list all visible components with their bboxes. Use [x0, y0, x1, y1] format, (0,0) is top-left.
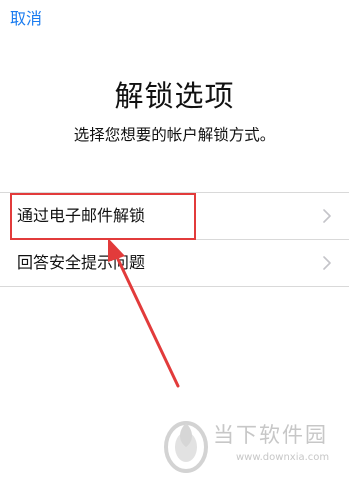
option-email-unlock[interactable]: 通过电子邮件解锁: [0, 193, 349, 239]
chevron-right-icon: [323, 256, 331, 270]
cancel-button[interactable]: 取消: [10, 8, 42, 30]
option-security-questions-label: 回答安全提示问题: [17, 253, 146, 272]
watermark-name: 当下软件园: [213, 423, 328, 447]
unlock-options-screen: 取消 解锁选项 选择您想要的帐户解锁方式。 通过电子邮件解锁 回答安全提示问题: [0, 0, 349, 488]
page-subtitle: 选择您想要的帐户解锁方式。: [73, 126, 276, 144]
option-email-unlock-label: 通过电子邮件解锁: [17, 206, 146, 225]
watermark-url: www.downxia.com: [236, 452, 330, 463]
unlock-options-list: 通过电子邮件解锁 回答安全提示问题: [0, 192, 349, 287]
list-divider-bottom: [0, 286, 349, 287]
option-security-questions[interactable]: 回答安全提示问题: [0, 240, 349, 286]
watermark-logo-icon: [164, 421, 208, 473]
page-title: 解锁选项: [114, 79, 235, 113]
watermark: 当下软件园 www.downxia.com: [160, 415, 345, 485]
chevron-right-icon: [323, 209, 331, 223]
